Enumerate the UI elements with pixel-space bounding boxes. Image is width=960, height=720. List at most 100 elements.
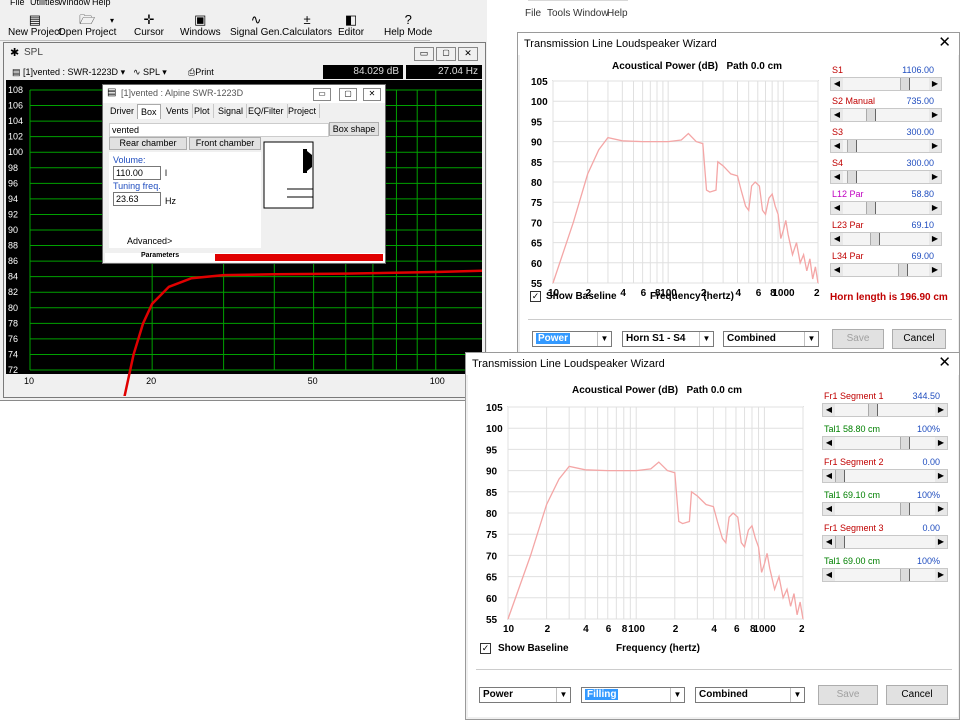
slider-track[interactable]: ◀ ▶ <box>830 201 942 215</box>
box-tab-eq-filter[interactable]: EQ/Filter <box>245 104 288 118</box>
box-maximize-button[interactable]: ▢ <box>339 88 357 101</box>
toolbar-button-help-mode[interactable]: ? Help Mode <box>384 12 432 38</box>
arrow-left-icon[interactable]: ◀ <box>823 569 835 581</box>
slider-track[interactable]: ◀ ▶ <box>830 263 942 277</box>
toolbar-button-cursor[interactable]: ✛ Cursor <box>134 12 164 38</box>
toolbar-button-editor[interactable]: ◧ Editor <box>338 12 364 38</box>
arrow-right-icon[interactable]: ▶ <box>935 437 947 449</box>
toolbar-button-windows[interactable]: ▣ Windows <box>180 12 221 38</box>
wizard1-power-chart[interactable]: 10510095908580757065605510 2 4 6 8 100 2 4 6 8100… <box>520 73 820 298</box>
background-menu-item[interactable]: Help <box>607 8 628 19</box>
advanced-button[interactable]: Advanced> <box>127 236 172 246</box>
arrow-right-icon[interactable]: ▶ <box>935 404 947 416</box>
toolbar-button-signal-gen[interactable]: ∿ Signal Gen. <box>230 12 282 38</box>
main-menu-item[interactable]: Help <box>92 0 111 7</box>
box-minimize-button[interactable]: ▭ <box>313 88 331 101</box>
slider-track[interactable]: ◀ ▶ <box>830 139 942 153</box>
wizard1-cancel-button[interactable]: Cancel <box>892 329 946 349</box>
slider-thumb[interactable] <box>835 536 845 548</box>
spl-close-button[interactable]: ✕ <box>458 47 478 61</box>
spl-minimize-button[interactable]: ▭ <box>414 47 434 61</box>
slider-thumb[interactable] <box>865 202 876 214</box>
wizard1-close-button[interactable]: ✕ <box>938 35 951 51</box>
slider-thumb[interactable] <box>899 503 910 515</box>
arrow-right-icon[interactable]: ▶ <box>929 264 941 276</box>
box-tab-driver[interactable]: Driver <box>107 104 138 118</box>
arrow-left-icon[interactable]: ◀ <box>831 233 843 245</box>
wizard2-power-chart[interactable]: 10510095908580757065605510 2 4 6 8 100 2 4 6 8100… <box>468 399 813 644</box>
wizard1-horn-select[interactable]: Horn S1 - S4 ▼ <box>622 331 714 347</box>
slider-thumb[interactable] <box>898 264 909 276</box>
arrow-left-icon[interactable]: ◀ <box>831 171 843 183</box>
arrow-right-icon[interactable]: ▶ <box>929 78 941 90</box>
wizard1-save-button[interactable]: Save <box>832 329 884 349</box>
arrow-left-icon[interactable]: ◀ <box>823 536 835 548</box>
arrow-right-icon[interactable]: ▶ <box>929 233 941 245</box>
slider-thumb[interactable] <box>900 78 910 90</box>
slider-track[interactable]: ◀ ▶ <box>830 232 942 246</box>
slider-track[interactable]: ◀ ▶ <box>822 568 948 582</box>
slider-thumb[interactable] <box>899 569 910 581</box>
slider-track[interactable]: ◀ ▶ <box>822 502 948 516</box>
volume-input[interactable]: 110.00 <box>113 166 161 180</box>
arrow-right-icon[interactable]: ▶ <box>929 109 941 121</box>
wizard2-power-select[interactable]: Power ▼ <box>479 687 571 703</box>
background-menu-item[interactable]: Tools <box>547 8 570 19</box>
slider-track[interactable]: ◀ ▶ <box>822 403 948 417</box>
tuning-input[interactable]: 23.63 <box>113 192 161 206</box>
arrow-right-icon[interactable]: ▶ <box>929 171 941 183</box>
arrow-left-icon[interactable]: ◀ <box>831 202 843 214</box>
slider-track[interactable]: ◀ ▶ <box>830 108 942 122</box>
spl-mode-select[interactable]: ∿ SPL ▾ <box>133 65 183 79</box>
box-shape-button[interactable]: Box shape <box>329 122 379 136</box>
spl-print-button[interactable]: ⎙Print <box>188 65 228 79</box>
slider-thumb[interactable] <box>899 437 910 449</box>
slider-track[interactable]: ◀ ▶ <box>822 436 948 450</box>
wizard2-close-button[interactable]: ✕ <box>938 355 951 371</box>
arrow-left-icon[interactable]: ◀ <box>823 404 835 416</box>
arrow-left-icon[interactable]: ◀ <box>831 78 843 90</box>
box-tab-box[interactable]: Box <box>137 104 161 119</box>
wizard1-power-select[interactable]: Power ▼ <box>532 331 612 347</box>
box-close-button[interactable]: ✕ <box>363 88 381 101</box>
slider-track[interactable]: ◀ ▶ <box>822 469 948 483</box>
wizard2-save-button[interactable]: Save <box>818 685 878 705</box>
box-tab-project[interactable]: Project <box>285 104 321 118</box>
arrow-right-icon[interactable]: ▶ <box>929 202 941 214</box>
front-chamber-button[interactable]: Front chamber <box>189 137 261 150</box>
wizard2-filling-select[interactable]: Filling ▼ <box>581 687 685 703</box>
slider-thumb[interactable] <box>865 109 876 121</box>
spl-project-select[interactable]: ▤ [1]vented : SWR-1223D ▾ <box>12 65 128 79</box>
slider-track[interactable]: ◀ ▶ <box>830 170 942 184</box>
wizard1-baseline-checkbox[interactable]: ✓ <box>530 291 541 302</box>
slider-thumb[interactable] <box>846 171 857 183</box>
main-menu-item[interactable]: File <box>10 0 25 7</box>
background-menu-item[interactable]: File <box>525 8 541 19</box>
arrow-right-icon[interactable]: ▶ <box>935 569 947 581</box>
slider-track[interactable]: ◀ ▶ <box>822 535 948 549</box>
arrow-right-icon[interactable]: ▶ <box>935 536 947 548</box>
slider-thumb[interactable] <box>835 470 845 482</box>
box-type-field[interactable]: vented <box>109 123 329 137</box>
arrow-right-icon[interactable]: ▶ <box>935 503 947 515</box>
wizard2-combined-select[interactable]: Combined ▼ <box>695 687 805 703</box>
arrow-left-icon[interactable]: ◀ <box>823 437 835 449</box>
arrow-left-icon[interactable]: ◀ <box>831 109 843 121</box>
wizard2-cancel-button[interactable]: Cancel <box>886 685 948 705</box>
arrow-left-icon[interactable]: ◀ <box>823 470 835 482</box>
chevron-down-icon[interactable]: ▾ <box>110 16 114 25</box>
box-tab-vents[interactable]: Vents <box>163 104 193 118</box>
slider-track[interactable]: ◀ ▶ <box>830 77 942 91</box>
background-menu-item[interactable]: Window <box>573 8 609 19</box>
slider-thumb[interactable] <box>846 140 857 152</box>
wizard1-combined-select[interactable]: Combined ▼ <box>723 331 819 347</box>
arrow-right-icon[interactable]: ▶ <box>929 140 941 152</box>
arrow-left-icon[interactable]: ◀ <box>831 140 843 152</box>
slider-thumb[interactable] <box>870 233 881 245</box>
spl-maximize-button[interactable]: ▢ <box>436 47 456 61</box>
box-tab-plot[interactable]: Plot <box>191 104 214 118</box>
slider-thumb[interactable] <box>868 404 879 416</box>
arrow-left-icon[interactable]: ◀ <box>823 503 835 515</box>
main-menu-item[interactable]: Utilities <box>30 0 59 7</box>
toolbar-button-calculators[interactable]: ± Calculators <box>282 12 332 38</box>
